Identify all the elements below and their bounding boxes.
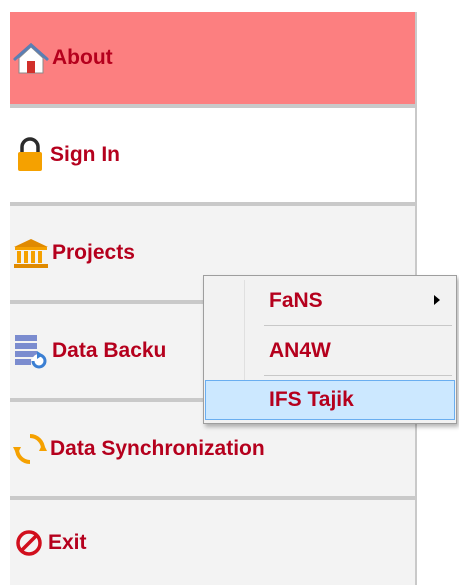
submenu-item-an4w[interactable]: AN4W	[206, 330, 456, 372]
projects-submenu: FaNS AN4W IFS Tajik	[203, 275, 457, 424]
submenu-item-label: IFS Tajik	[269, 388, 354, 411]
submenu-separator	[264, 325, 452, 326]
menu-item-about[interactable]: About	[10, 12, 417, 108]
menu-item-label: About	[52, 46, 113, 69]
menu-item-label: Data Backu	[52, 339, 167, 362]
home-icon	[12, 40, 50, 76]
menu-item-label: Sign In	[50, 143, 120, 166]
database-backup-icon	[12, 332, 50, 370]
submenu-item-ifs-tajik[interactable]: IFS Tajik	[205, 380, 455, 420]
menu-item-label: Projects	[52, 241, 135, 264]
submenu-item-label: FaNS	[269, 289, 323, 312]
lock-icon	[12, 136, 48, 174]
sync-icon	[12, 431, 48, 467]
chevron-right-icon	[434, 295, 440, 305]
submenu-item-fans[interactable]: FaNS	[206, 280, 456, 322]
exit-icon	[12, 526, 46, 560]
menu-item-sign-in[interactable]: Sign In	[10, 108, 417, 206]
menu-item-label: Data Synchronization	[50, 437, 265, 460]
submenu-item-label: AN4W	[269, 339, 331, 362]
menu-item-label: Exit	[48, 530, 87, 554]
submenu-separator	[264, 375, 452, 376]
bank-icon	[12, 237, 50, 269]
menu-item-exit[interactable]: Exit	[10, 500, 417, 585]
